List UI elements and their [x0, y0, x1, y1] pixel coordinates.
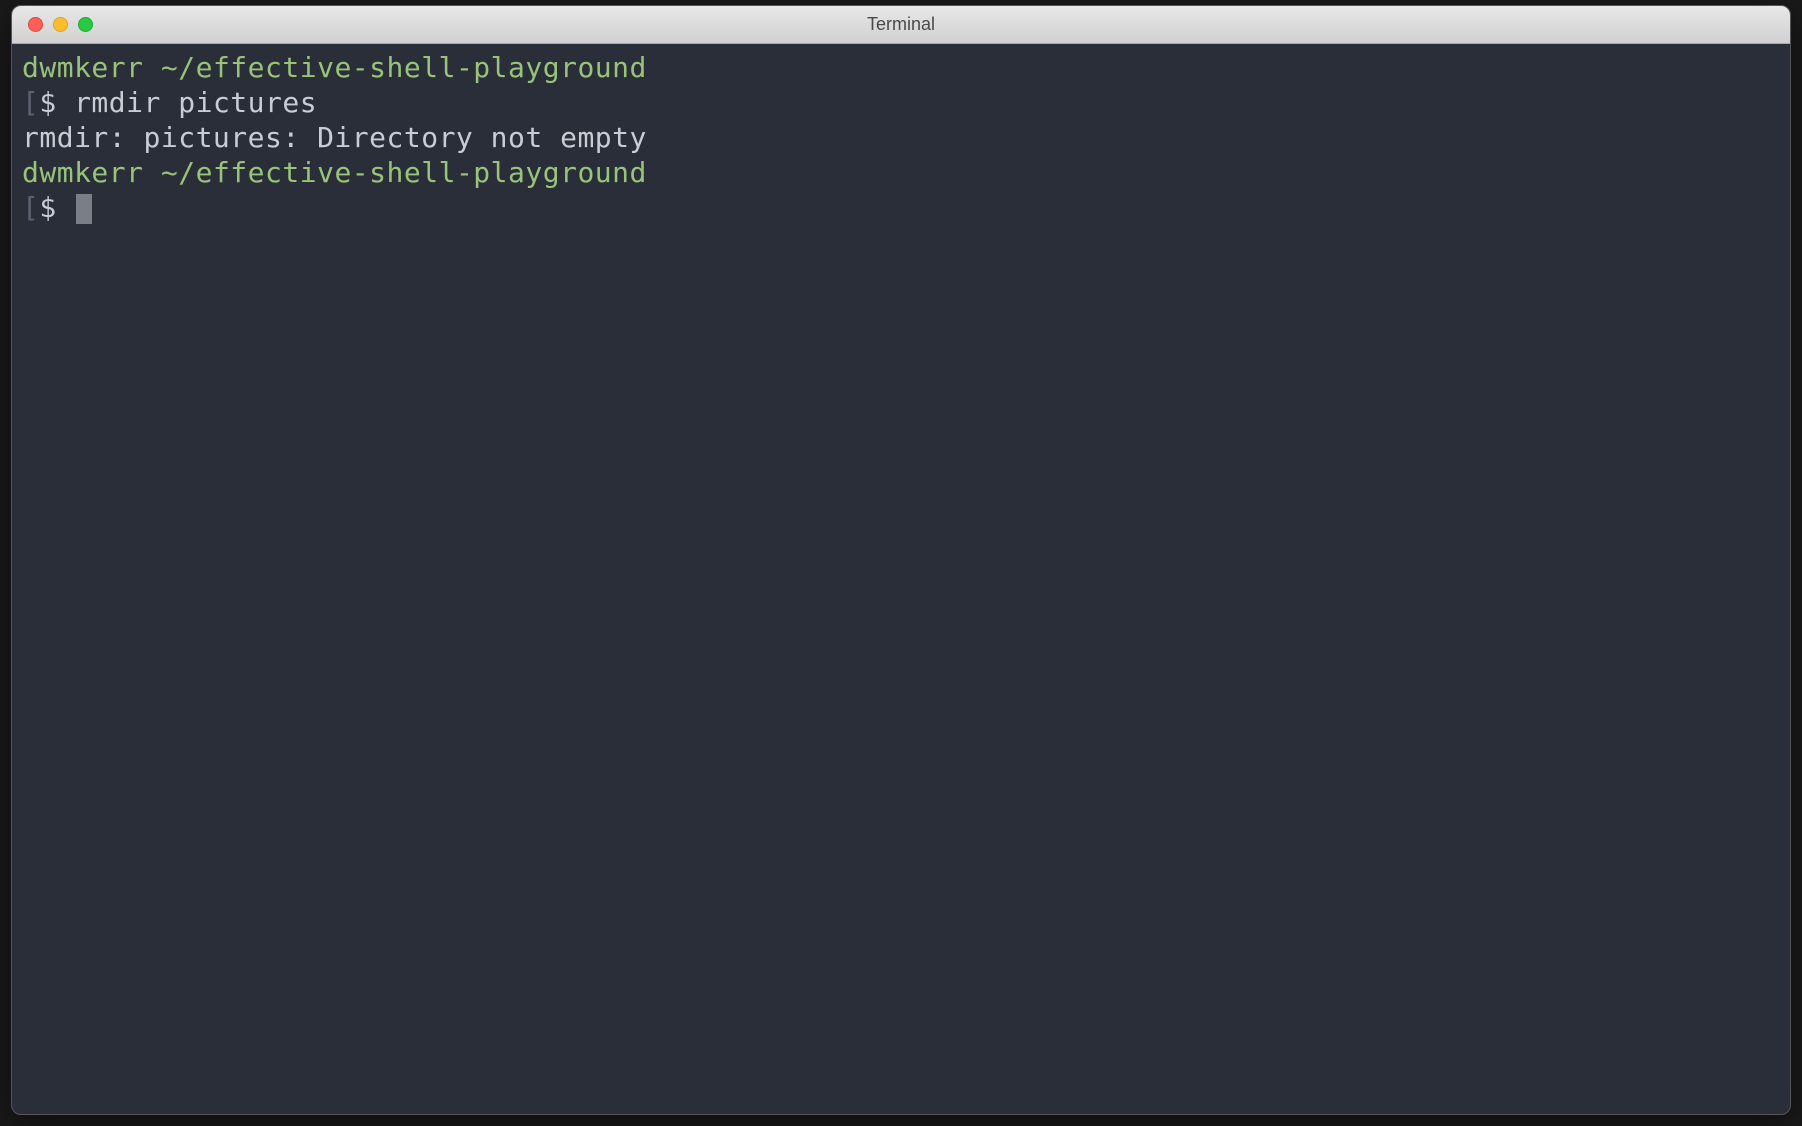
output-text: rmdir: pictures: Directory not empty [22, 121, 647, 154]
command-line: [$ rmdir pictures [22, 85, 1780, 120]
traffic-lights [12, 17, 93, 32]
command-line: [$ [22, 190, 1780, 225]
bracket-open: [ [22, 191, 39, 224]
prompt-symbol: $ [39, 191, 74, 224]
prompt-path: ~/effective-shell-playground [144, 51, 647, 84]
minimize-button[interactable] [53, 17, 68, 32]
prompt-user: dwmkerr [22, 156, 144, 189]
terminal-window: Terminal dwmkerr ~/effective-shell-playg… [11, 5, 1791, 1115]
prompt-line: dwmkerr ~/effective-shell-playground [22, 50, 1780, 85]
close-button[interactable] [28, 17, 43, 32]
prompt-path: ~/effective-shell-playground [144, 156, 647, 189]
terminal-body[interactable]: dwmkerr ~/effective-shell-playground [$ … [12, 44, 1790, 231]
output-line: rmdir: pictures: Directory not empty [22, 120, 1780, 155]
prompt-symbol: $ [39, 86, 74, 119]
window-title: Terminal [867, 14, 935, 35]
bracket-open: [ [22, 86, 39, 119]
title-bar: Terminal [12, 6, 1790, 44]
command-text: rmdir pictures [74, 86, 317, 119]
prompt-line: dwmkerr ~/effective-shell-playground [22, 155, 1780, 190]
cursor [76, 194, 92, 224]
maximize-button[interactable] [78, 17, 93, 32]
prompt-user: dwmkerr [22, 51, 144, 84]
